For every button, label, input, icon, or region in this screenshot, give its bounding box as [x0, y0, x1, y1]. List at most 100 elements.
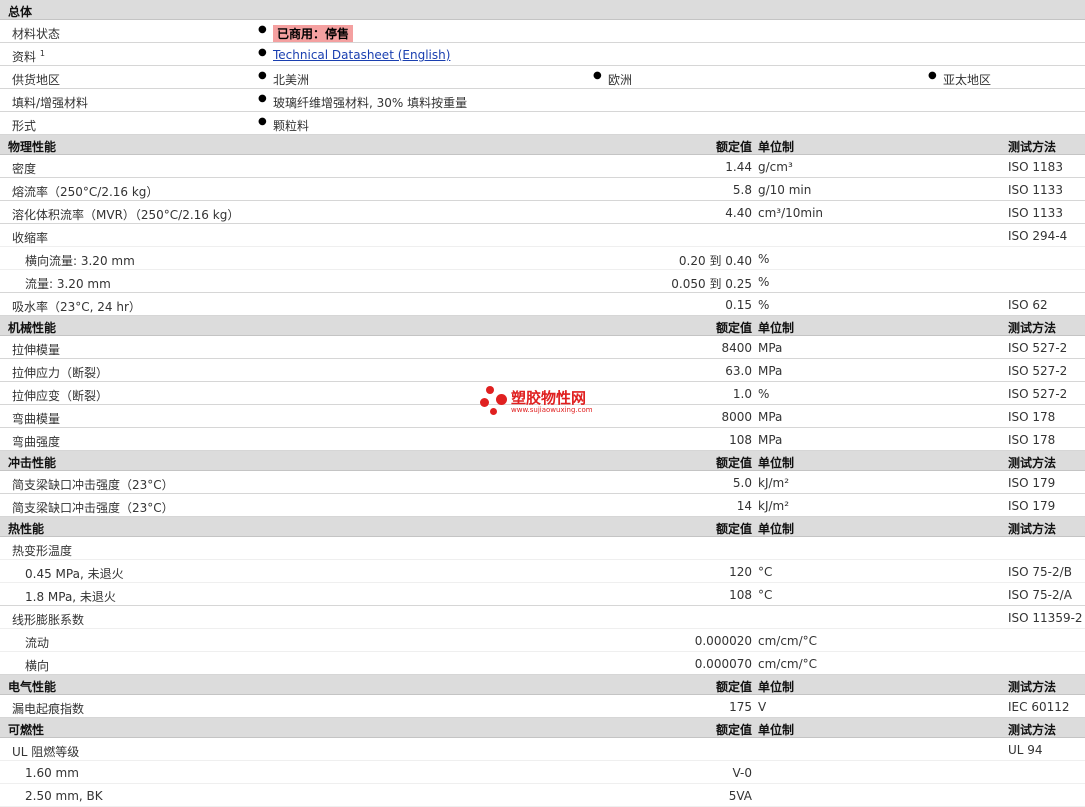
- datasheet-link[interactable]: Technical Datasheet (English): [273, 48, 450, 62]
- row-unit: cm³/10min: [758, 206, 824, 220]
- row-label: 热变形温度: [12, 544, 73, 558]
- row-method: ISO 11359-2: [1008, 611, 1083, 625]
- row-shrink-md: 流量: 3.20 mm 0.050 到 0.25 %: [0, 270, 1085, 293]
- row-regions: 供货地区 ● 北美洲 ● 欧洲 ● 亚太地区: [0, 66, 1085, 89]
- header-method: 测试方法: [1008, 321, 1057, 335]
- row-method: ISO 294-4: [1008, 229, 1068, 243]
- row-unit: %: [758, 387, 770, 401]
- header-value: 额定值: [715, 140, 752, 154]
- header-value: 额定值: [715, 723, 752, 737]
- row-ul-2: 2.50 mm, BK 5VA: [0, 784, 1085, 807]
- row-value: 0.000070: [694, 657, 752, 671]
- row-clte: 线形膨胀系数 ISO 11359-2: [0, 606, 1085, 629]
- header-value: 额定值: [715, 680, 752, 694]
- row-tensile-stress: 拉伸应力（断裂） 63.0 MPa ISO 527-2: [0, 359, 1085, 382]
- row-label: 熔流率（250°C/2.16 kg）: [12, 185, 159, 199]
- bullet-icon: ●: [258, 116, 267, 127]
- logo-dot-icon: [486, 386, 494, 394]
- row-label: 流量: 3.20 mm: [25, 277, 111, 291]
- row-hdt: 热变形温度: [0, 537, 1085, 560]
- section-title: 机械性能: [8, 321, 57, 335]
- row-value: 63.0: [725, 364, 752, 378]
- row-label: 收缩率: [12, 231, 49, 245]
- row-ul: UL 阻燃等级 UL 94: [0, 738, 1085, 761]
- row-unit: %: [758, 275, 770, 289]
- row-label: 填料/增强材料: [12, 96, 89, 110]
- row-unit: MPa: [758, 410, 783, 424]
- region-item: 欧洲: [608, 73, 633, 87]
- row-value: 1.0: [732, 387, 752, 401]
- logo-dot-icon: [496, 394, 507, 405]
- row-method: ISO 1183: [1008, 160, 1063, 174]
- row-flex-strength: 弯曲强度 108 MPa ISO 178: [0, 428, 1085, 451]
- row-value: 5.0: [732, 476, 752, 490]
- row-label: 拉伸应力（断裂）: [12, 366, 109, 380]
- section-title: 可燃性: [8, 723, 45, 737]
- section-title: 热性能: [8, 522, 45, 536]
- row-label: 0.45 MPa, 未退火: [25, 567, 124, 581]
- row-unit: %: [758, 252, 770, 266]
- row-label: 拉伸应变（断裂）: [12, 389, 109, 403]
- row-unit: V: [758, 700, 767, 714]
- logo-dot-icon: [480, 398, 489, 407]
- row-hdt-1: 0.45 MPa, 未退火 120 °C ISO 75-2/B: [0, 560, 1085, 583]
- row-unit: g/10 min: [758, 183, 812, 197]
- row-value: 0.000020: [694, 634, 752, 648]
- section-physical: 物理性能 额定值 单位制 测试方法: [0, 135, 1085, 155]
- row-tensile-modulus: 拉伸模量 8400 MPa ISO 527-2: [0, 336, 1085, 359]
- header-unit: 单位制: [758, 456, 795, 470]
- watermark-url: www.sujiaowuxing.com: [511, 406, 593, 414]
- row-method: ISO 178: [1008, 410, 1056, 424]
- row-value: 8000: [721, 410, 752, 424]
- row-label: UL 阻燃等级: [12, 745, 80, 759]
- section-flammability: 可燃性 额定值 单位制 测试方法: [0, 718, 1085, 738]
- row-unit: kJ/m²: [758, 499, 790, 513]
- row-unit: MPa: [758, 364, 783, 378]
- status-badge: 已商用：停售: [273, 25, 354, 42]
- header-unit: 单位制: [758, 522, 795, 536]
- row-mfr: 熔流率（250°C/2.16 kg） 5.8 g/10 min ISO 1133: [0, 178, 1085, 201]
- row-value: 108: [729, 588, 752, 602]
- header-unit: 单位制: [758, 321, 795, 335]
- row-label: 拉伸模量: [12, 343, 61, 357]
- header-unit: 单位制: [758, 140, 795, 154]
- row-ul-1: 1.60 mm V-0: [0, 761, 1085, 784]
- row-label: 简支梁缺口冲击强度（23°C）: [12, 478, 174, 492]
- row-value: 14: [736, 499, 752, 513]
- row-label: 简支梁缺口冲击强度（23°C）: [12, 501, 174, 515]
- row-water: 吸水率（23°C, 24 hr） 0.15 % ISO 62: [0, 293, 1085, 316]
- watermark-logo: 塑胶物性网 www.sujiaowuxing.com: [480, 384, 620, 418]
- row-label: 溶化体积流率（MVR）（250°C/2.16 kg）: [12, 208, 240, 222]
- row-density: 密度 1.44 g/cm³ ISO 1183: [0, 155, 1085, 178]
- watermark-text: 塑胶物性网: [511, 389, 587, 407]
- row-shrink-td: 横向流量: 3.20 mm 0.20 到 0.40 %: [0, 247, 1085, 270]
- row-mvr: 溶化体积流率（MVR）（250°C/2.16 kg） 4.40 cm³/10mi…: [0, 201, 1085, 224]
- section-title: 电气性能: [8, 680, 57, 694]
- footnote-marker: 1: [39, 49, 45, 58]
- row-charpy-1: 简支梁缺口冲击强度（23°C） 5.0 kJ/m² ISO 179: [0, 471, 1085, 494]
- row-unit: cm/cm/°C: [758, 657, 818, 671]
- section-thermal: 热性能 额定值 单位制 测试方法: [0, 517, 1085, 537]
- row-unit: kJ/m²: [758, 476, 790, 490]
- row-label: 流动: [25, 636, 50, 650]
- row-value: 5.8: [732, 183, 752, 197]
- row-value: 0.15: [725, 298, 752, 312]
- header-value: 额定值: [715, 522, 752, 536]
- row-form: 形式 ● 颗粒料: [0, 112, 1085, 135]
- header-unit: 单位制: [758, 680, 795, 694]
- row-label: 漏电起痕指数: [12, 702, 85, 716]
- row-value: 175: [729, 700, 752, 714]
- row-unit: g/cm³: [758, 160, 793, 174]
- row-unit: MPa: [758, 433, 783, 447]
- region-item: 北美洲: [273, 73, 310, 87]
- header-unit: 单位制: [758, 723, 795, 737]
- row-method: ISO 62: [1008, 298, 1048, 312]
- bullet-icon: ●: [258, 93, 267, 104]
- row-method: ISO 75-2/B: [1008, 565, 1072, 579]
- row-cti: 漏电起痕指数 175 V IEC 60112: [0, 695, 1085, 718]
- section-general: 总体: [0, 0, 1085, 20]
- row-method: ISO 527-2: [1008, 364, 1068, 378]
- row-method: IEC 60112: [1008, 700, 1070, 714]
- row-label: 线形膨胀系数: [12, 613, 85, 627]
- section-electrical: 电气性能 额定值 单位制 测试方法: [0, 675, 1085, 695]
